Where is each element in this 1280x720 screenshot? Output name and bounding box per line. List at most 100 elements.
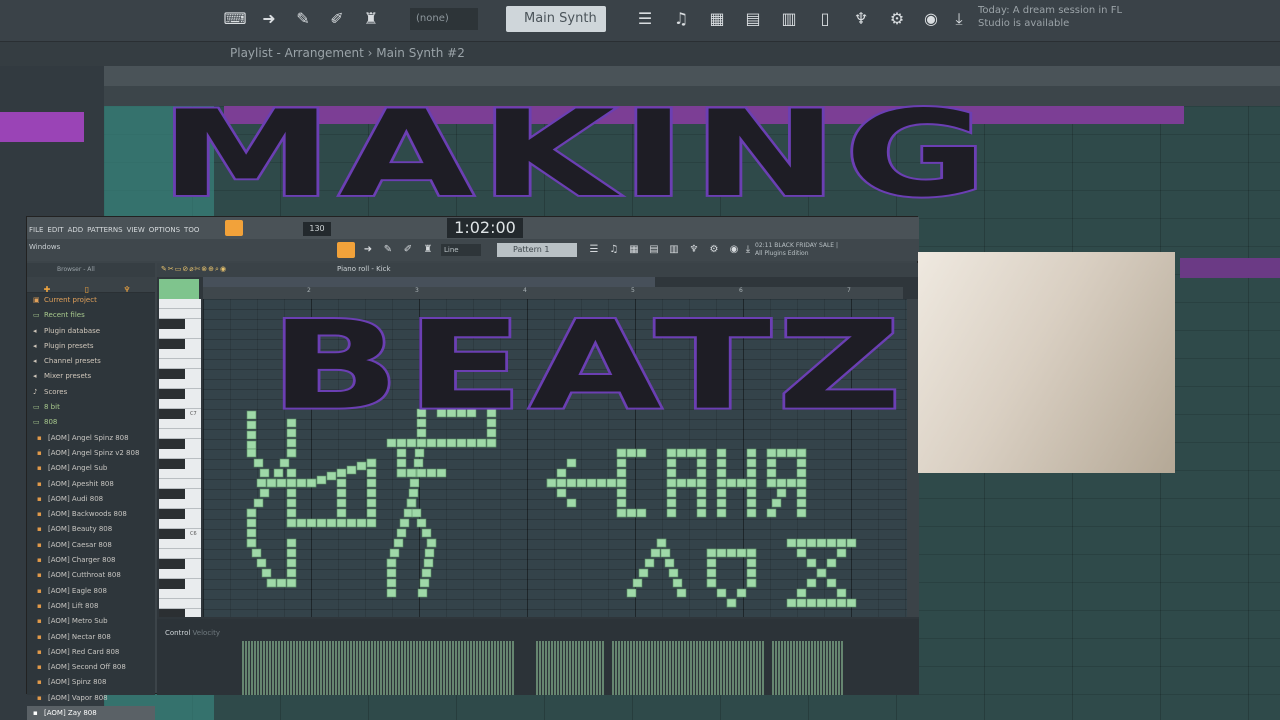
note[interactable]: [256, 478, 267, 488]
menu-item-add[interactable]: ADD: [68, 226, 84, 234]
note[interactable]: [716, 478, 727, 488]
browser-item[interactable]: ▭ 8 bit: [27, 400, 155, 415]
black-key[interactable]: [159, 319, 185, 329]
stamp-icon[interactable]: ♜: [358, 8, 384, 30]
browser-item[interactable]: ▪ [AOM] Metro Sub: [27, 614, 155, 629]
note[interactable]: [566, 478, 577, 488]
note[interactable]: [286, 548, 297, 558]
note[interactable]: [726, 548, 737, 558]
note[interactable]: [836, 598, 847, 608]
note[interactable]: [826, 558, 837, 568]
note[interactable]: [786, 538, 797, 548]
note[interactable]: [336, 488, 347, 498]
note[interactable]: [716, 498, 727, 508]
note[interactable]: [286, 478, 297, 488]
note[interactable]: [296, 518, 307, 528]
note[interactable]: [816, 538, 827, 548]
note[interactable]: [766, 468, 777, 478]
note[interactable]: [626, 508, 637, 518]
note[interactable]: [466, 438, 477, 448]
piano-roll-icon[interactable]: ♫: [605, 242, 623, 258]
note[interactable]: [396, 448, 407, 458]
note[interactable]: [556, 478, 567, 488]
note[interactable]: [386, 588, 397, 598]
note[interactable]: [251, 548, 262, 558]
note[interactable]: [836, 588, 847, 598]
note[interactable]: [626, 588, 637, 598]
arrow-right-icon[interactable]: ➜: [256, 8, 282, 30]
snap-select[interactable]: Line: [441, 244, 481, 256]
note[interactable]: [336, 518, 347, 528]
note[interactable]: [606, 478, 617, 488]
tempo-display[interactable]: 130: [303, 222, 331, 236]
black-key[interactable]: [159, 339, 185, 349]
note[interactable]: [836, 538, 847, 548]
note[interactable]: [846, 538, 857, 548]
note[interactable]: [346, 518, 357, 528]
note[interactable]: [366, 518, 377, 528]
mixer-icon[interactable]: ☰: [585, 242, 603, 258]
browser-item[interactable]: ▪ [AOM] Angel Spinz v2 808: [27, 446, 155, 461]
note[interactable]: [786, 478, 797, 488]
note[interactable]: [246, 410, 257, 420]
playlist-icon[interactable]: ▤: [740, 8, 766, 30]
note[interactable]: [286, 448, 297, 458]
note[interactable]: [776, 478, 787, 488]
note[interactable]: [616, 468, 627, 478]
note[interactable]: [672, 578, 683, 588]
channel-rack-icon[interactable]: ▦: [625, 242, 643, 258]
note[interactable]: [386, 438, 397, 448]
note[interactable]: [746, 548, 757, 558]
browser-tab-plugins[interactable]: ♆: [107, 282, 147, 298]
note[interactable]: [796, 458, 807, 468]
note[interactable]: [396, 468, 407, 478]
note[interactable]: [596, 478, 607, 488]
note[interactable]: [796, 598, 807, 608]
note[interactable]: [666, 448, 677, 458]
note[interactable]: [246, 448, 257, 458]
black-key[interactable]: [159, 369, 185, 379]
black-key[interactable]: [159, 579, 185, 589]
note[interactable]: [286, 498, 297, 508]
note[interactable]: [406, 438, 417, 448]
note[interactable]: [286, 438, 297, 448]
note[interactable]: [413, 458, 424, 468]
note[interactable]: [716, 588, 727, 598]
browser-item[interactable]: ▪ [AOM] Caesar 808: [27, 538, 155, 553]
plugin-icon[interactable]: ♆: [848, 8, 874, 30]
note[interactable]: [666, 458, 677, 468]
note[interactable]: [696, 458, 707, 468]
note[interactable]: [786, 598, 797, 608]
note[interactable]: [656, 538, 667, 548]
brush-icon[interactable]: ✎: [379, 242, 397, 258]
file-icon[interactable]: ▯: [812, 8, 838, 30]
note[interactable]: [616, 458, 627, 468]
note[interactable]: [306, 478, 317, 488]
note[interactable]: [636, 508, 647, 518]
note[interactable]: [279, 458, 290, 468]
note[interactable]: [326, 518, 337, 528]
pencil-icon[interactable]: ✐: [324, 8, 350, 30]
note[interactable]: [286, 558, 297, 568]
note[interactable]: [253, 458, 264, 468]
note[interactable]: [746, 568, 757, 578]
note[interactable]: [806, 538, 817, 548]
browser-item[interactable]: ▭ 808: [27, 415, 155, 430]
note[interactable]: [826, 538, 837, 548]
black-key[interactable]: [159, 439, 185, 449]
black-key[interactable]: [159, 609, 185, 617]
black-key[interactable]: [159, 559, 185, 569]
note[interactable]: [826, 598, 837, 608]
mixer-icon[interactable]: ☰: [632, 8, 658, 30]
note[interactable]: [436, 468, 447, 478]
channel-rack-icon[interactable]: ▦: [704, 8, 730, 30]
note[interactable]: [716, 468, 727, 478]
note[interactable]: [696, 488, 707, 498]
black-key[interactable]: [159, 409, 185, 419]
note[interactable]: [666, 488, 677, 498]
pencil-icon[interactable]: ✐: [399, 242, 417, 258]
browser-item[interactable]: ▪ [AOM] Second Off 808: [27, 660, 155, 675]
black-key[interactable]: [159, 529, 185, 539]
menu-item-file[interactable]: FILE: [29, 226, 43, 234]
note[interactable]: [796, 538, 807, 548]
